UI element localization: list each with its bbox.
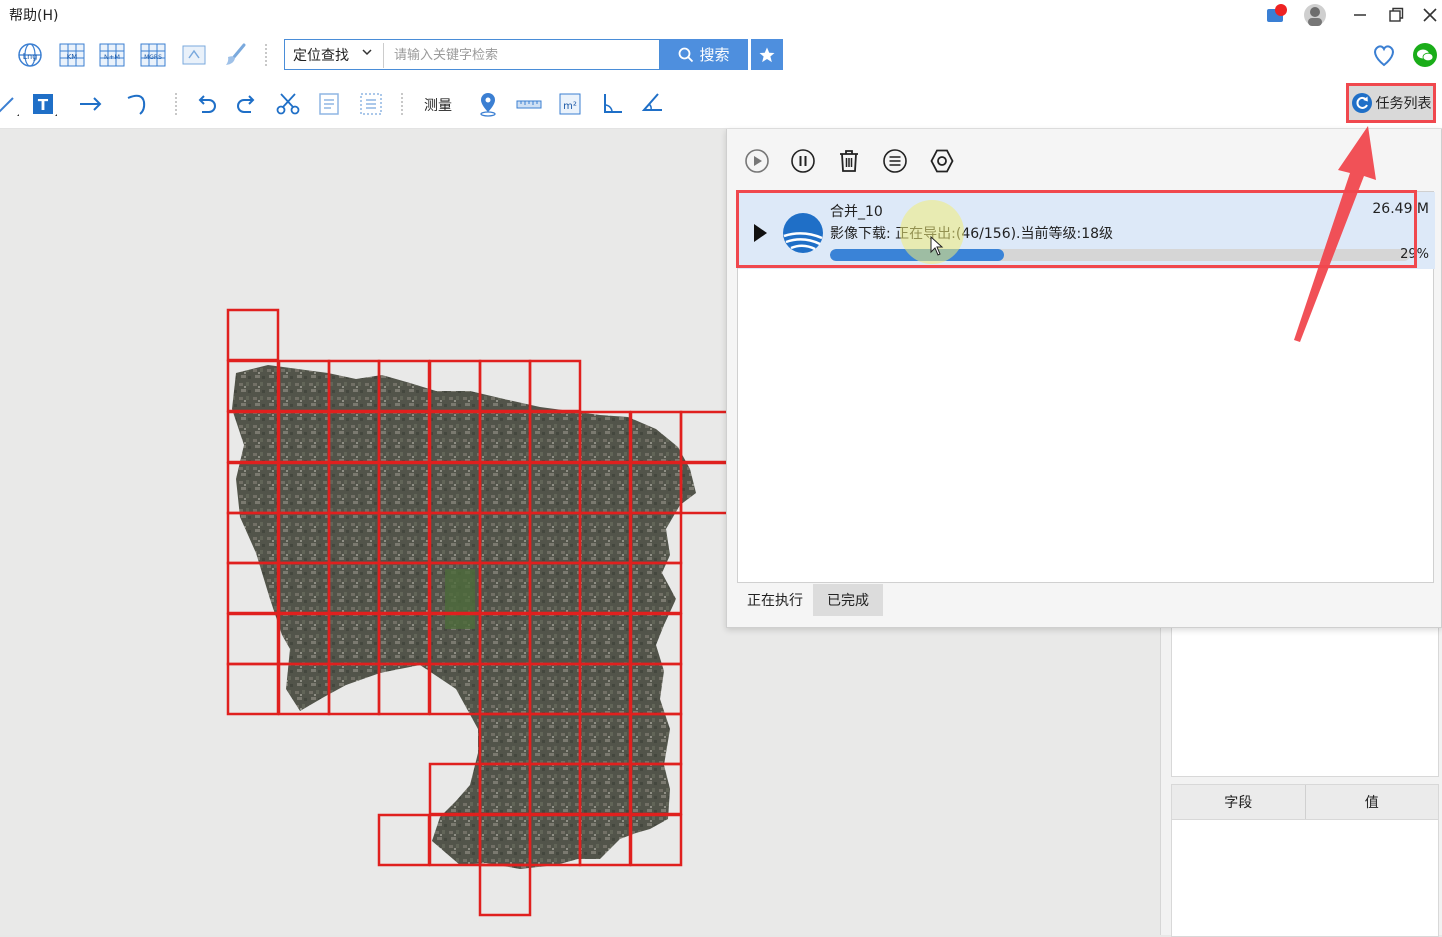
task-list: 合并_10 影像下载: 正在导出:(46/156).当前等级:18级 26.49… [737, 191, 1435, 583]
pause-task-button[interactable] [789, 147, 817, 175]
task-progress-fill [830, 249, 1004, 261]
task-size: 26.49 M [1372, 201, 1429, 217]
tile-cell [478, 863, 532, 917]
tile-cell [528, 359, 582, 413]
heart-hands-icon[interactable] [1369, 40, 1399, 70]
search-mode-label: 定位查找 [293, 47, 349, 64]
task-percent: 29% [1400, 247, 1429, 262]
select-all-icon[interactable] [356, 89, 386, 119]
restore-icon[interactable] [1384, 3, 1408, 27]
attribute-table-header: 字段 值 [1172, 785, 1438, 820]
wechat-icon[interactable] [1410, 40, 1440, 70]
column-field[interactable]: 字段 [1172, 785, 1306, 819]
tab-running[interactable]: 正在执行 [737, 584, 813, 616]
task-progress-bar [830, 249, 1410, 261]
km-grid-icon[interactable]: KM [57, 40, 87, 70]
search-mode-select[interactable]: 定位查找 [285, 40, 381, 69]
main-toolbar: Lng KM N+M MGRS 定位查找 搜索 [0, 30, 1442, 81]
select-icon[interactable] [314, 89, 344, 119]
task-settings-button[interactable] [928, 147, 956, 175]
mouse-cursor-icon [930, 236, 944, 256]
tile-cell [226, 662, 280, 716]
task-toolbar [727, 129, 1441, 191]
task-list-panel: 合并_10 影像下载: 正在导出:(46/156).当前等级:18级 26.49… [726, 129, 1442, 628]
draw-line-icon[interactable] [0, 89, 22, 119]
expand-arrow-icon[interactable] [754, 224, 767, 242]
search-button[interactable]: 搜索 [660, 39, 748, 70]
toolbar-separator [265, 44, 268, 66]
clear-brush-icon[interactable] [221, 40, 251, 70]
area-measure-icon[interactable]: m² [555, 89, 585, 119]
start-task-button[interactable] [743, 147, 771, 175]
favorite-button[interactable] [751, 39, 783, 70]
scissors-icon[interactable] [273, 89, 303, 119]
attribute-table: 字段 值 [1171, 784, 1439, 937]
right-side-panel: 字段 值 [1160, 628, 1442, 937]
ruler-icon[interactable] [514, 89, 544, 119]
redo-icon[interactable] [232, 89, 262, 119]
task-list-menu-button[interactable] [881, 147, 909, 175]
measure-label[interactable]: 测量 [424, 95, 452, 115]
message-icon[interactable] [1265, 3, 1289, 27]
play-circle-icon [745, 149, 769, 173]
list-circle-icon [883, 149, 907, 173]
toolbar-separator [175, 93, 178, 115]
tile-cell [226, 308, 280, 362]
lng-grid-icon[interactable]: Lng [15, 40, 45, 70]
curve-tool-icon[interactable] [123, 89, 153, 119]
search-input[interactable] [383, 43, 666, 68]
svg-text:N+M: N+M [104, 53, 120, 61]
svg-text:T: T [38, 96, 49, 114]
delete-task-button[interactable] [835, 147, 863, 175]
arrow-tool-icon[interactable] [76, 89, 106, 119]
task-list-label: 任务列表 [1375, 96, 1432, 112]
task-row[interactable]: 合并_10 影像下载: 正在导出:(46/156).当前等级:18级 26.49… [738, 192, 1435, 269]
undo-icon[interactable] [191, 89, 221, 119]
search-box: 定位查找 [284, 39, 666, 70]
trash-icon [840, 150, 858, 172]
tab-done[interactable]: 已完成 [813, 584, 883, 616]
search-icon [679, 47, 694, 62]
field-patch [445, 569, 475, 629]
mgrs-grid-icon[interactable]: MGRS [138, 40, 168, 70]
angle-measure-icon[interactable] [597, 89, 627, 119]
nm-grid-icon[interactable]: N+M [97, 40, 127, 70]
tile-cell [226, 612, 280, 666]
svg-text:MGRS: MGRS [144, 54, 162, 61]
title-bar: 帮助(H) [0, 0, 1442, 31]
svg-text:m²: m² [563, 101, 577, 112]
layer-info-box [1171, 628, 1439, 777]
azimuth-icon[interactable] [637, 89, 667, 119]
refresh-icon [1351, 93, 1372, 113]
draw-toolbar: T 测量 m² 任务列表 [0, 80, 1442, 129]
tile-cell [377, 813, 431, 867]
app-logo-icon [783, 213, 823, 253]
svg-text:KM: KM [67, 53, 78, 61]
chevron-down-icon [361, 46, 373, 61]
toolbar-separator [401, 93, 404, 115]
menu-help[interactable]: 帮助(H) [9, 5, 58, 25]
task-tabs: 正在执行 已完成 [737, 584, 883, 616]
minimize-icon[interactable] [1348, 3, 1372, 27]
settings-hexagon-icon [930, 149, 954, 173]
svg-text:Lng: Lng [23, 52, 38, 61]
location-pin-icon[interactable] [473, 89, 503, 119]
import-image-icon[interactable] [179, 40, 209, 70]
pause-circle-icon [791, 149, 815, 173]
user-avatar[interactable] [1303, 3, 1327, 27]
column-value[interactable]: 值 [1306, 785, 1439, 819]
star-icon [759, 47, 775, 62]
task-name: 合并_10 [830, 204, 883, 220]
text-tool-icon[interactable]: T [28, 89, 58, 119]
tile-cell [679, 410, 733, 464]
task-list-button[interactable]: 任务列表 [1346, 83, 1436, 123]
search-button-label: 搜索 [699, 46, 730, 64]
task-status: 影像下载: 正在导出:(46/156).当前等级:18级 [830, 226, 1114, 242]
close-icon[interactable] [1418, 3, 1442, 27]
